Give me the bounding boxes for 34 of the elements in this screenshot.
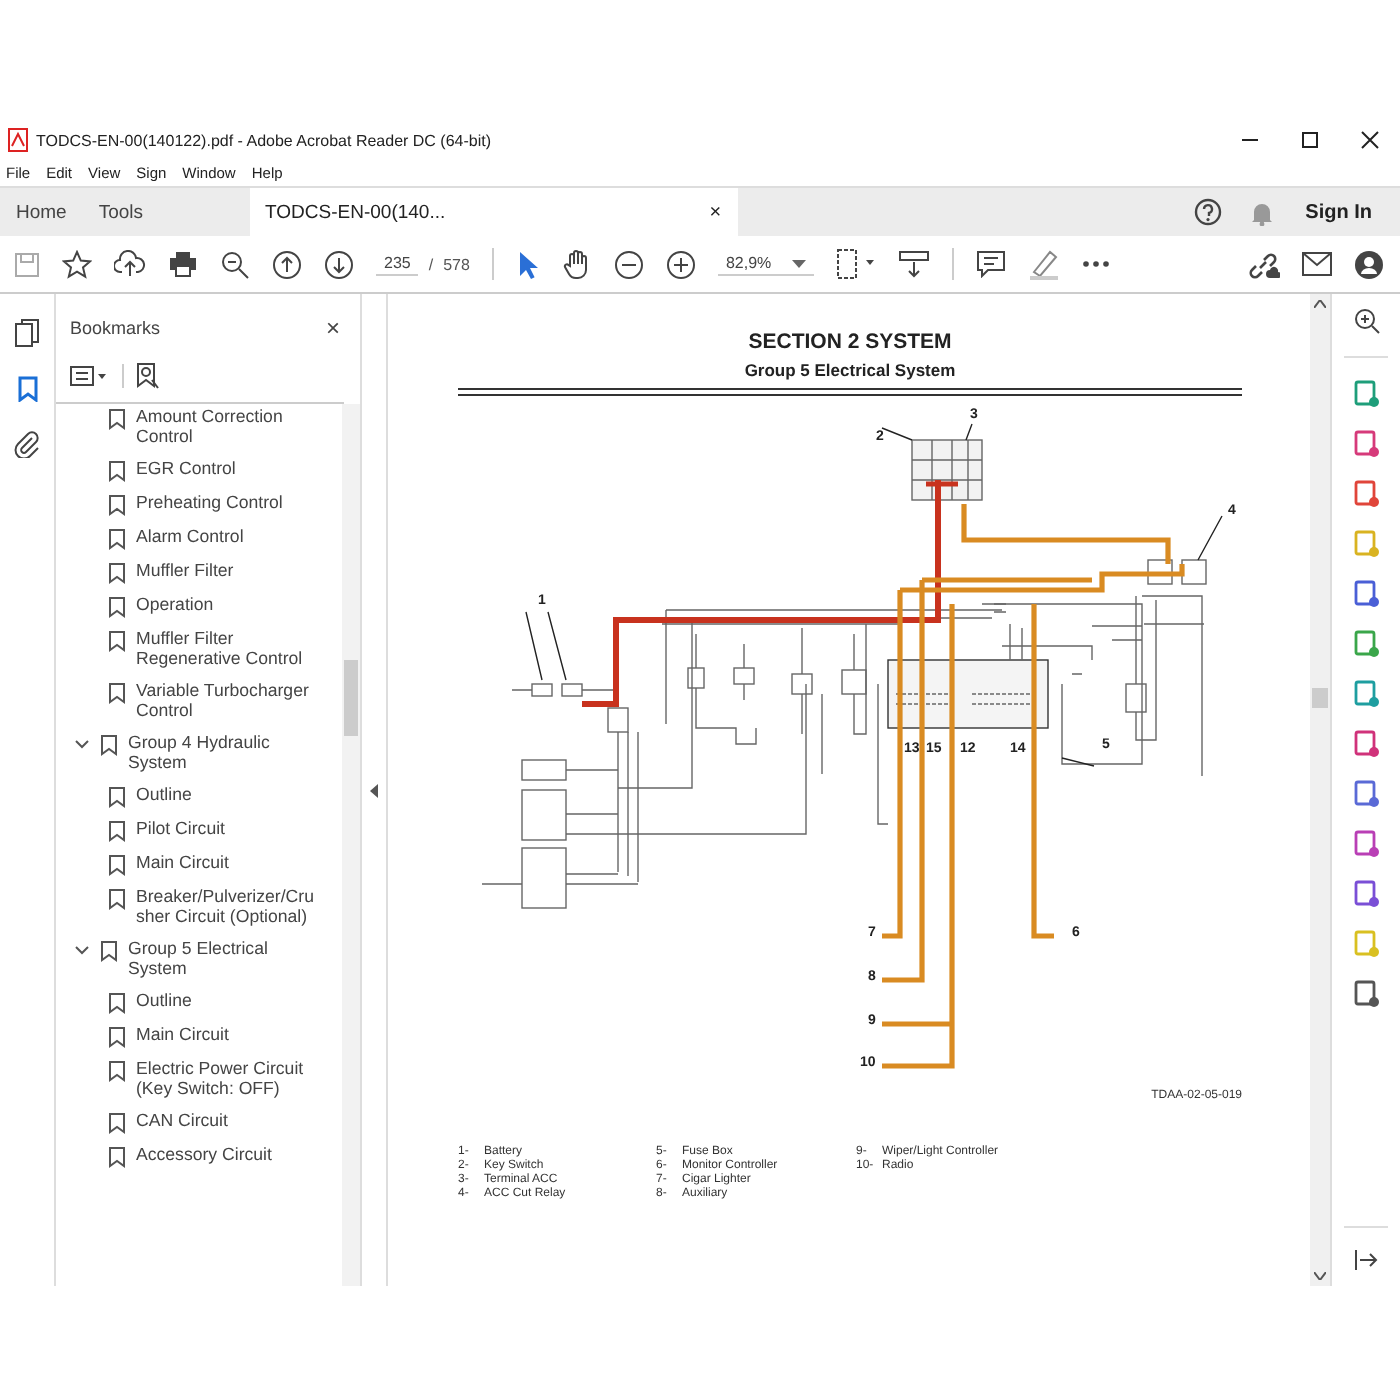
group-heading: Group 5 Electrical System <box>742 360 958 380</box>
document-tab[interactable]: TODCS-EN-00(140... × <box>249 188 738 236</box>
nav-tab[interactable]: Home <box>0 188 83 236</box>
bookmark-item[interactable]: Accessory Circuit <box>136 1143 316 1164</box>
bookmark-item[interactable]: Outline <box>136 783 316 804</box>
bookmark-item[interactable]: Preheating Control <box>136 491 316 512</box>
window-title: TODCS-EN-00(140122).pdf - Adobe Acrobat Reader DC (64-bit) <box>36 131 492 149</box>
bookmark-item[interactable]: Pilot Circuit <box>136 817 316 838</box>
bookmark-group[interactable]: Group 5 Electrical System <box>128 937 288 979</box>
page-separator: / <box>428 255 434 273</box>
zoom-dropdown[interactable]: 82,9% <box>717 252 814 276</box>
bookmark-item[interactable]: Breaker/Pulverizer/Crusher Circuit (Optional) <box>136 885 316 927</box>
tab-label: TODCS-EN-00(140... <box>265 201 446 223</box>
page-count: 578 <box>443 255 470 273</box>
page-number-field[interactable]: 235 <box>376 252 419 276</box>
bookmark-item[interactable]: Main Circuit <box>136 1023 316 1044</box>
bookmark-item[interactable]: Operation <box>136 593 316 614</box>
bookmark-item[interactable]: Outline <box>136 989 316 1010</box>
section-heading: SECTION 2 SYSTEM <box>746 330 954 354</box>
bookmark-item[interactable]: CAN Circuit <box>136 1109 316 1130</box>
bookmark-item[interactable]: Main Circuit <box>136 851 316 872</box>
panel-title: Bookmarks <box>70 318 161 338</box>
bookmark-item[interactable]: Electric Power Circuit (Key Switch: OFF) <box>136 1057 316 1099</box>
bookmark-item[interactable]: Muffler Filter Regenerative Control <box>136 627 316 669</box>
bookmark-item[interactable]: Alarm Control <box>136 525 316 546</box>
bookmark-group[interactable]: Group 4 Hydraulic System <box>128 731 288 773</box>
bookmark-item[interactable]: Amount Correction Control <box>136 405 316 447</box>
sign-in-button[interactable]: Sign In <box>1301 197 1376 227</box>
bookmark-item[interactable]: EGR Control <box>136 457 316 478</box>
bookmark-item[interactable]: Muffler Filter <box>136 559 316 580</box>
panel-close[interactable]: × <box>325 314 340 342</box>
nav-tab[interactable]: Tools <box>82 188 160 236</box>
bookmark-item[interactable]: Variable Turbocharger Control <box>136 679 316 721</box>
tab-close[interactable]: × <box>709 201 722 223</box>
